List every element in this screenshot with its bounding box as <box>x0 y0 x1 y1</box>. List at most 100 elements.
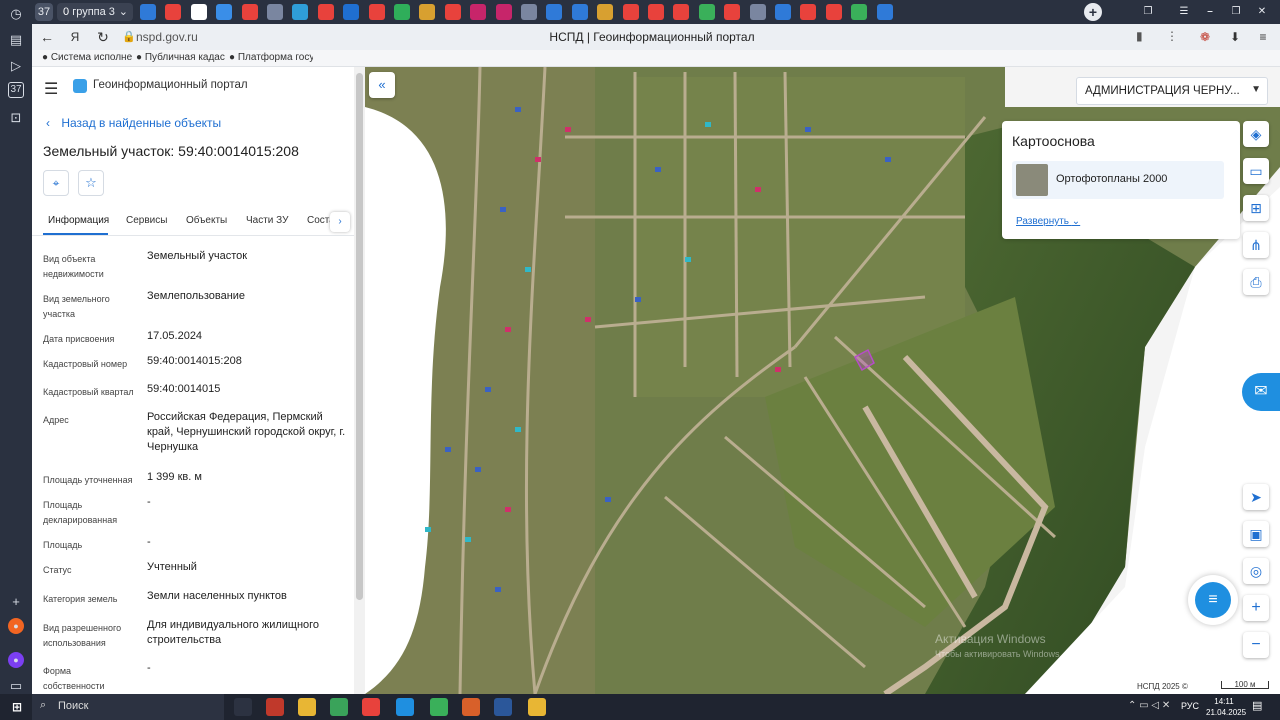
collapse-panel-button[interactable]: « <box>369 72 395 98</box>
admin-select[interactable]: АДМИНИСТРАЦИЯ ЧЕРНУ... ▼ <box>1076 77 1268 105</box>
taskbar-search[interactable]: ⌕ Поиск <box>32 694 224 720</box>
tab-parts[interactable]: Части ЗУ <box>246 215 288 226</box>
geolocation-button[interactable]: ◎ <box>1243 558 1269 584</box>
bookmark-icon[interactable]: ▮ <box>1136 29 1143 43</box>
chat-button[interactable]: ≡ <box>1188 575 1238 625</box>
zoom-in-button[interactable]: + <box>1243 595 1269 621</box>
zoom-out-button[interactable]: − <box>1243 632 1269 658</box>
tab-favicon[interactable] <box>495 4 512 20</box>
tab-favicon[interactable] <box>571 4 588 20</box>
tab-favicon[interactable] <box>267 4 283 20</box>
app-icon[interactable] <box>462 698 480 716</box>
tab-services[interactable]: Сервисы <box>126 215 167 226</box>
basemap-layer-item[interactable]: Ортофотопланы 2000 <box>1012 161 1224 199</box>
tab-favicon[interactable] <box>673 4 690 20</box>
expand-link[interactable]: Развернуть ⌄ <box>1016 216 1080 227</box>
windows-start-icon[interactable]: ⊞ <box>8 698 26 716</box>
tab-favicon[interactable] <box>876 4 893 20</box>
back-link[interactable]: ‹ Назад в найденные объекты <box>46 116 221 130</box>
assistant-icon[interactable]: ✉ <box>1242 373 1280 411</box>
yandex-icon[interactable]: Я <box>66 28 84 46</box>
tab-group[interactable]: 0 группа 3 ⌄ <box>57 3 133 21</box>
tab-favicon[interactable] <box>825 4 842 20</box>
tab-favicon[interactable] <box>317 4 334 20</box>
select-area-button[interactable]: ⊞ <box>1243 195 1269 221</box>
new-tab-button[interactable]: + <box>1084 3 1102 21</box>
hamburger-icon[interactable]: ☰ <box>44 79 58 99</box>
tab-favicon[interactable] <box>216 4 233 20</box>
bookmark-item[interactable]: ● Система исполне <box>42 52 132 63</box>
tab-objects[interactable]: Объекты <box>186 215 227 226</box>
app-icon[interactable] <box>528 698 546 716</box>
minimap-button[interactable]: ▣ <box>1243 521 1269 547</box>
yandex-browser-icon[interactable] <box>362 698 380 716</box>
tab-favicon[interactable] <box>546 4 563 20</box>
collections-icon[interactable]: ❐ <box>1140 4 1156 20</box>
tab-favicon[interactable] <box>521 4 537 20</box>
bookmark-item[interactable]: ● Платформа госуд <box>229 52 313 63</box>
tab-count[interactable]: 37 <box>35 3 53 21</box>
tab-favicon[interactable] <box>470 4 487 20</box>
word-icon[interactable] <box>494 698 512 716</box>
notes-icon[interactable]: ▤ <box>6 30 26 50</box>
clock[interactable]: 14:11 21.04.2025 <box>1206 696 1246 718</box>
tab-favicon[interactable] <box>775 4 791 20</box>
tab-favicon[interactable] <box>419 4 436 20</box>
print-button[interactable]: ⎙ <box>1243 269 1269 295</box>
tab-favicon[interactable] <box>368 4 385 20</box>
ruler-button[interactable]: ▭ <box>1243 158 1269 184</box>
tab-favicon[interactable] <box>724 4 741 20</box>
maximize-icon[interactable]: ❐ <box>1228 4 1244 20</box>
play-icon[interactable]: ▷ <box>6 56 26 76</box>
close-icon[interactable]: ✕ <box>1254 4 1270 20</box>
tab-favicon[interactable] <box>444 4 461 20</box>
edge-icon[interactable] <box>396 698 414 716</box>
tab-favicon[interactable] <box>622 4 639 20</box>
downloads-icon[interactable]: ⬇ <box>1226 28 1244 46</box>
reload-icon[interactable]: ↻ <box>94 28 112 46</box>
messenger-icon[interactable]: ● <box>8 652 24 668</box>
tab-favicon[interactable] <box>165 4 182 20</box>
share-button[interactable]: ⋔ <box>1243 232 1269 258</box>
bookmark-item[interactable]: ● Публичная кадас <box>136 52 226 63</box>
tab-favicon[interactable] <box>698 4 715 20</box>
tab-favicon[interactable] <box>800 4 817 20</box>
minimize-icon[interactable]: – <box>1202 4 1218 20</box>
clock-icon[interactable]: ◷ <box>6 4 26 24</box>
tabs-scroll-right-button[interactable]: › <box>330 212 350 232</box>
panel-scroll-thumb[interactable] <box>356 73 363 600</box>
tab-favicon[interactable] <box>343 4 360 20</box>
more-icon[interactable]: ⋮ <box>1166 29 1178 43</box>
tab-favicon[interactable] <box>190 4 207 20</box>
app-icon[interactable] <box>430 698 448 716</box>
app-icon[interactable] <box>266 698 284 716</box>
tray-icons[interactable]: ⌃ ▭ ◁ ✕ <box>1128 700 1170 711</box>
tab-favicon[interactable] <box>241 4 258 20</box>
chrome-icon[interactable] <box>330 698 348 716</box>
notifications-icon[interactable]: ▤ <box>1252 699 1262 712</box>
file-explorer-icon[interactable] <box>298 698 316 716</box>
map-view[interactable]: « АДМИНИСТРАЦИЯ ЧЕРНУ... ▼ Картооснова О… <box>365 67 1280 694</box>
close-window-icon[interactable]: ☰ <box>1176 4 1192 20</box>
language-indicator[interactable]: РУС <box>1181 701 1199 711</box>
screenshot-icon[interactable]: ⊡ <box>6 108 26 128</box>
add-icon[interactable]: + <box>6 592 26 612</box>
favorite-button[interactable]: ☆ <box>78 170 104 196</box>
back-icon[interactable]: ← <box>38 28 56 46</box>
menu-icon[interactable]: ≡ <box>1254 28 1272 46</box>
tab-favicon[interactable] <box>749 4 766 20</box>
tab-favicon[interactable] <box>292 4 309 20</box>
layers-button[interactable]: ◈ <box>1243 121 1269 147</box>
tab-favicon[interactable] <box>597 4 614 20</box>
tabs-count-icon[interactable]: 37 <box>8 82 24 98</box>
locate-on-map-button[interactable]: ⌖ <box>43 170 69 196</box>
tab-favicon[interactable] <box>140 4 156 20</box>
tab-favicon[interactable] <box>851 4 868 20</box>
alice-icon[interactable]: ● <box>8 618 24 634</box>
extension-icon[interactable]: ❁ <box>1196 28 1214 46</box>
tab-information[interactable]: Информация <box>48 215 109 226</box>
navigate-button[interactable]: ➤ <box>1243 484 1269 510</box>
tab-favicon[interactable] <box>394 4 410 20</box>
menu-icon[interactable]: ▭ <box>6 676 26 696</box>
task-view-icon[interactable] <box>234 698 252 716</box>
